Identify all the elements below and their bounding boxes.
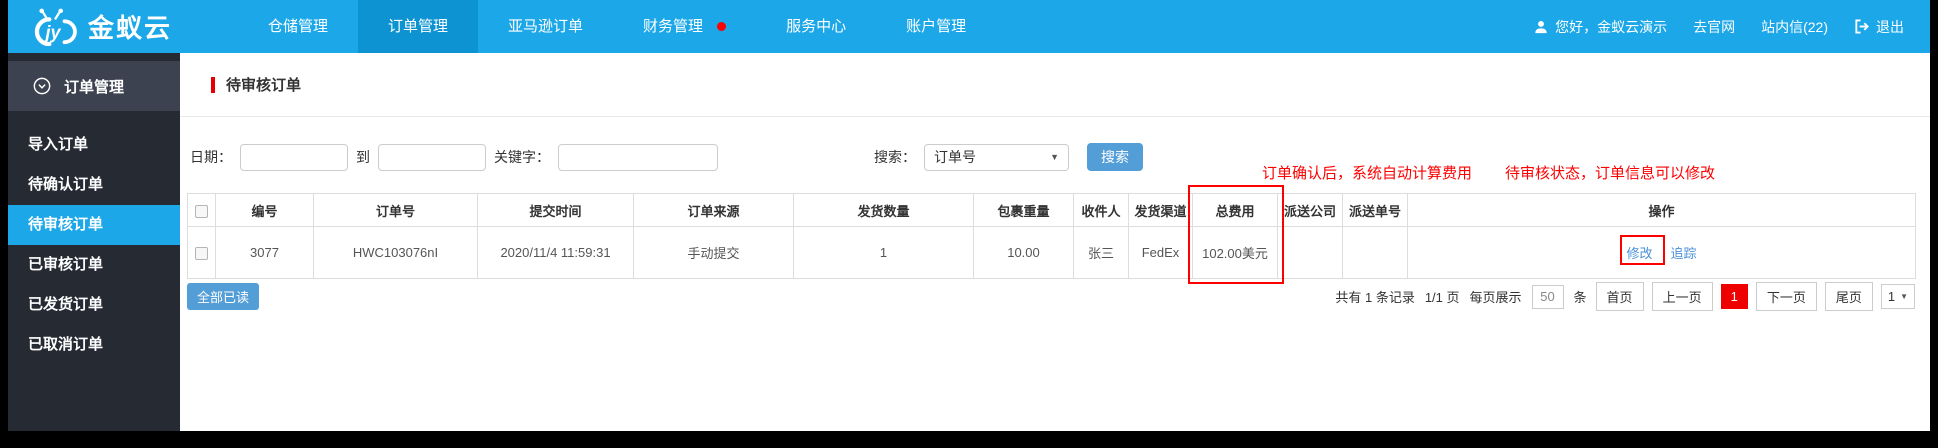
- table-footer: 全部已读 共有 1 条记录 1/1 页 每页展示 条 首页 上一页 1 下一页 …: [187, 282, 1915, 311]
- logout-icon: [1855, 19, 1869, 34]
- nav-item-service-center[interactable]: 服务中心: [756, 0, 876, 53]
- primary-nav: 仓储管理 订单管理 亚马逊订单 财务管理 服务中心 账户管理: [238, 0, 996, 53]
- sidebar-item-pending-confirm-orders[interactable]: 待确认订单: [8, 165, 180, 205]
- cell-weight: 10.00: [973, 226, 1074, 279]
- user-area: 您好，金蚁云演示 去官网 站内信(22) 退出: [1508, 17, 1930, 37]
- date-label: 日期：: [190, 149, 232, 165]
- date-to-input[interactable]: [378, 143, 486, 171]
- nav-item-account[interactable]: 账户管理: [876, 0, 996, 53]
- record-count-text: 共有 1 条记录: [1335, 290, 1415, 305]
- col-header-order-no: 订单号: [313, 193, 478, 227]
- mailbox-link[interactable]: 站内信(22): [1761, 17, 1828, 37]
- first-page-button[interactable]: 首页: [1595, 282, 1644, 311]
- col-header-ship-qty: 发货数量: [793, 193, 974, 227]
- filter-toolbar: 日期： 到 关键字： 搜索： 订单号 ▼ 搜索: [188, 143, 1143, 171]
- per-page-label: 每页展示: [1469, 290, 1522, 305]
- app-window: jy 金蚁云 仓储管理 订单管理 亚马逊订单 财务管理 服务中心 账户管理 您好…: [8, 0, 1930, 431]
- user-icon: [1535, 20, 1547, 33]
- col-header-source: 订单来源: [633, 193, 794, 227]
- cell-id: 3077: [215, 226, 314, 279]
- cell-submit-time: 2020/11/4 11:59:31: [477, 226, 634, 279]
- page-info-text: 1/1 页: [1424, 290, 1460, 305]
- nav-item-amazon-orders[interactable]: 亚马逊订单: [478, 0, 613, 53]
- annotation-edit-note: 待审核状态，订单信息可以修改: [1505, 165, 1716, 182]
- row-select-cell: [187, 226, 216, 279]
- col-header-channel: 发货渠道: [1128, 193, 1193, 227]
- current-page-button[interactable]: 1: [1720, 284, 1748, 309]
- cell-delivery-company: [1277, 226, 1343, 279]
- col-header-actions: 操作: [1407, 193, 1916, 227]
- track-order-link[interactable]: 追踪: [1671, 246, 1697, 261]
- orders-table: 编号 订单号 提交时间 订单来源 发货数量 包裹重量 收件人 发货渠道 总费用 …: [187, 193, 1916, 279]
- prev-page-button[interactable]: 上一页: [1651, 282, 1713, 311]
- mark-all-read-button[interactable]: 全部已读: [187, 283, 260, 310]
- edit-order-link[interactable]: 修改: [1626, 246, 1652, 261]
- official-site-link[interactable]: 去官网: [1693, 17, 1735, 37]
- cell-ship-qty: 1: [793, 226, 974, 279]
- cell-channel: FedEx: [1128, 226, 1193, 279]
- notification-dot-icon: [717, 22, 727, 31]
- top-navigation-bar: jy 金蚁云 仓储管理 订单管理 亚马逊订单 财务管理 服务中心 账户管理 您好…: [8, 0, 1930, 53]
- search-button[interactable]: 搜索: [1087, 143, 1143, 171]
- sidebar-item-cancelled-orders[interactable]: 已取消订单: [8, 325, 180, 365]
- sidebar-item-reviewed-orders[interactable]: 已审核订单: [8, 245, 180, 285]
- page-jump-select[interactable]: 1 ▼: [1880, 284, 1915, 309]
- dropdown-arrow-icon: ▼: [1050, 152, 1059, 162]
- date-from-input[interactable]: [240, 143, 348, 171]
- brand-name: 金蚁云: [88, 13, 173, 43]
- row-checkbox[interactable]: [195, 247, 208, 261]
- sidebar-item-shipped-orders[interactable]: 已发货订单: [8, 285, 180, 325]
- cell-tracking-no: [1342, 226, 1408, 279]
- chevron-down-circle-icon: [33, 77, 51, 95]
- search-type-label: 搜索：: [874, 149, 916, 165]
- keyword-label: 关键字：: [494, 149, 550, 165]
- date-to-label: 到: [356, 149, 370, 165]
- sidebar-item-pending-review-orders[interactable]: 待审核订单: [8, 205, 180, 245]
- page-title: 待审核订单: [226, 77, 302, 94]
- main-content: 待审核订单 日期： 到 关键字： 搜索： 订单号 ▼ 搜索 订单确认后，系统自动…: [180, 53, 1930, 431]
- sidebar-item-import-orders[interactable]: 导入订单: [8, 125, 180, 165]
- table-row: 3077 HWC103076nI 2020/11/4 11:59:31 手动提交…: [187, 226, 1916, 279]
- cell-total-fee: 102.00美元: [1192, 226, 1278, 279]
- col-header-tracking-no: 派送单号: [1342, 193, 1408, 227]
- col-header-submit-time: 提交时间: [477, 193, 634, 227]
- cell-order-no: HWC103076nI: [313, 226, 478, 279]
- title-accent-bar: [211, 76, 215, 93]
- cell-recipient: 张三: [1073, 226, 1129, 279]
- col-header-weight: 包裹重量: [973, 193, 1074, 227]
- keyword-input[interactable]: [558, 143, 718, 171]
- select-all-header: [187, 193, 216, 227]
- col-header-recipient: 收件人: [1073, 193, 1129, 227]
- nav-item-orders[interactable]: 订单管理: [358, 0, 479, 53]
- nav-item-warehouse[interactable]: 仓储管理: [238, 0, 358, 53]
- last-page-button[interactable]: 尾页: [1824, 282, 1873, 311]
- table-header-row: 编号 订单号 提交时间 订单来源 发货数量 包裹重量 收件人 发货渠道 总费用 …: [187, 193, 1916, 227]
- per-page-unit: 条: [1573, 290, 1587, 305]
- cell-source: 手动提交: [633, 226, 794, 279]
- dropdown-arrow-icon: ▼: [1900, 292, 1908, 301]
- pagination: 共有 1 条记录 1/1 页 每页展示 条 首页 上一页 1 下一页 尾页 1 …: [1330, 282, 1915, 311]
- brand-logo-icon: jy: [34, 8, 77, 46]
- next-page-button[interactable]: 下一页: [1755, 282, 1817, 311]
- select-all-checkbox[interactable]: [195, 204, 208, 218]
- brand-logo[interactable]: jy 金蚁云: [8, 8, 220, 46]
- col-header-delivery-company: 派送公司: [1277, 193, 1343, 227]
- annotation-fee-note: 订单确认后，系统自动计算费用: [1262, 165, 1473, 182]
- sidebar-section-header[interactable]: 订单管理: [8, 61, 180, 111]
- per-page-input[interactable]: [1531, 284, 1564, 309]
- col-header-total-fee: 总费用: [1192, 193, 1278, 227]
- sidebar: 订单管理 导入订单 待确认订单 待审核订单 已审核订单 已发货订单 已取消订单: [8, 53, 180, 431]
- cell-actions: 修改 追踪: [1407, 226, 1916, 279]
- col-header-id: 编号: [215, 193, 314, 227]
- user-greeting[interactable]: 您好，金蚁云演示: [1534, 17, 1667, 37]
- page-title-bar: 待审核订单: [180, 53, 1930, 117]
- sidebar-menu: 导入订单 待确认订单 待审核订单 已审核订单 已发货订单 已取消订单: [8, 125, 180, 365]
- nav-item-finance[interactable]: 财务管理: [613, 0, 756, 53]
- svg-text:jy: jy: [44, 22, 62, 42]
- logout-button[interactable]: 退出: [1854, 17, 1904, 37]
- search-type-select[interactable]: 订单号 ▼: [924, 143, 1069, 171]
